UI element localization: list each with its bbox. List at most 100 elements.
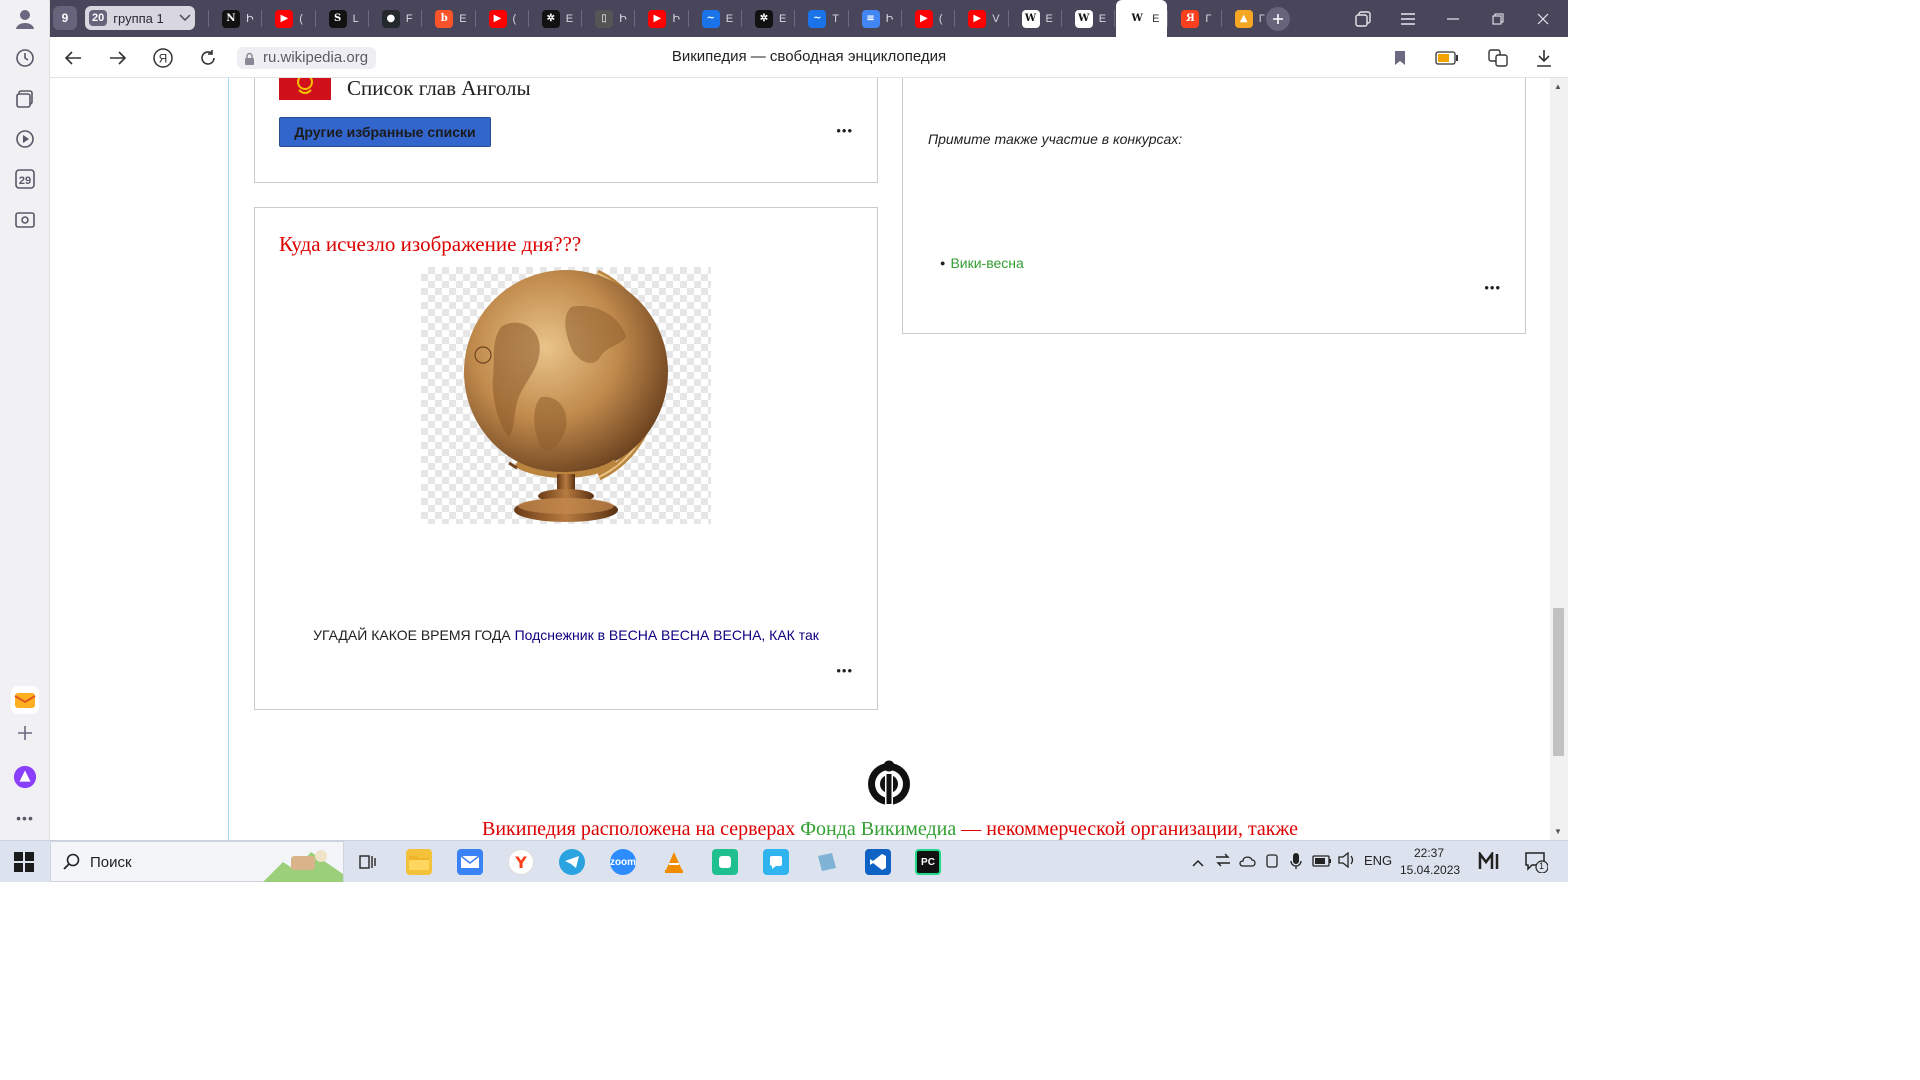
- download-icon[interactable]: [1531, 45, 1557, 71]
- tab-item[interactable]: ~ T: [796, 4, 847, 33]
- contest-link-wiki-spring[interactable]: Вики-весна: [950, 255, 1023, 271]
- windows-start-icon[interactable]: [14, 852, 34, 877]
- profile-icon[interactable]: [13, 7, 37, 31]
- caption-link-spring[interactable]: ВЕСНА ВЕСНА ВЕСНА, КАК так: [609, 627, 819, 643]
- wikimedia-logo[interactable]: [865, 758, 913, 806]
- task-view-icon[interactable]: [355, 849, 381, 875]
- history-icon[interactable]: [13, 46, 37, 70]
- close-icon[interactable]: [1521, 0, 1565, 37]
- scrollbar-thumb[interactable]: [1553, 608, 1564, 756]
- tab-item[interactable]: ▶(: [477, 4, 528, 33]
- mail-icon[interactable]: [457, 849, 483, 875]
- tab-item[interactable]: bE: [423, 4, 474, 33]
- language-indicator[interactable]: ENG: [1364, 853, 1392, 868]
- tab-item[interactable]: ▯ Ի: [583, 4, 634, 33]
- vlc-icon[interactable]: [661, 849, 687, 875]
- tab-title: F: [405, 12, 413, 25]
- notifications-icon[interactable]: 1: [1524, 851, 1549, 878]
- onedrive-icon[interactable]: [1239, 854, 1257, 872]
- battery-icon[interactable]: [1312, 854, 1332, 872]
- tab-item[interactable]: ● F: [370, 4, 421, 33]
- tab-count-badge[interactable]: 9: [53, 6, 77, 30]
- bookmark-icon[interactable]: [1387, 45, 1413, 71]
- tab-item[interactable]: WE: [1116, 0, 1168, 37]
- telegram-icon[interactable]: [559, 849, 585, 875]
- tab-item[interactable]: ▶ V: [956, 4, 1007, 33]
- scroll-down-icon[interactable]: ▼: [1554, 827, 1562, 836]
- media-icon[interactable]: [13, 127, 37, 151]
- yandex-icon: Я: [1181, 9, 1200, 28]
- youtube-icon: ▶: [488, 9, 507, 28]
- add-panel-icon[interactable]: [13, 721, 37, 745]
- zoom-icon[interactable]: zoom: [610, 849, 636, 875]
- svg-text:Я: Я: [159, 52, 168, 66]
- chevron-down-icon[interactable]: [174, 8, 196, 28]
- other-lists-button[interactable]: Другие избранные списки: [279, 117, 491, 147]
- wikipedia-icon: W: [1128, 9, 1147, 28]
- minimize-icon[interactable]: [1431, 0, 1475, 37]
- tab-item[interactable]: WE: [1010, 4, 1061, 33]
- more-options-button[interactable]: •••: [1484, 280, 1501, 295]
- forward-button[interactable]: [105, 45, 131, 71]
- messenger-app-icon[interactable]: [712, 849, 738, 875]
- address-bar[interactable]: ru.wikipedia.org: [237, 47, 377, 69]
- tab-item[interactable]: ≡ Ի: [850, 4, 901, 33]
- clock[interactable]: 22:37 15.04.2023: [1400, 845, 1460, 879]
- tab-title: E: [779, 12, 787, 25]
- device-icon[interactable]: [1265, 853, 1279, 874]
- restore-icon[interactable]: [1476, 0, 1520, 37]
- tab-item[interactable]: ✲ E: [530, 4, 581, 33]
- tab-item[interactable]: SL: [317, 4, 368, 33]
- reload-button[interactable]: [195, 45, 221, 71]
- caption-link-snowdrop[interactable]: Подснежник: [515, 627, 594, 643]
- yandex-browser-icon[interactable]: Y: [508, 849, 534, 875]
- footer-link-wikimedia[interactable]: Фонда Викимедиа: [800, 818, 956, 840]
- tab-item[interactable]: WE: [1063, 4, 1114, 33]
- tab-item[interactable]: ~ E: [690, 4, 741, 33]
- pycharm-icon[interactable]: PC: [915, 849, 941, 875]
- tab-item[interactable]: ▶(: [263, 4, 314, 33]
- battery-saver-icon[interactable]: [1432, 45, 1462, 71]
- tray-expand-icon[interactable]: [1192, 854, 1204, 872]
- chat-app-icon[interactable]: [763, 849, 789, 875]
- more-icon[interactable]: •••: [13, 806, 37, 830]
- menu-icon[interactable]: [1386, 0, 1430, 37]
- scroll-up-icon[interactable]: ▲: [1554, 82, 1562, 91]
- back-button[interactable]: [60, 45, 86, 71]
- sync-icon[interactable]: [1215, 853, 1231, 872]
- vscode-icon[interactable]: [865, 849, 891, 875]
- featured-list-link[interactable]: Список глав Анголы: [347, 78, 531, 101]
- volume-icon[interactable]: [1337, 851, 1357, 873]
- collections-icon[interactable]: [13, 87, 37, 111]
- taskbar-search[interactable]: Поиск: [50, 841, 344, 882]
- image-of-day-heading: Куда исчезло изображение дня???: [279, 232, 582, 256]
- browser-window: 29 ••• 9 20 группа 1 N Ի ▶(S L ● Fb E ▶(✲ E ▯ Ի ▶ Ի ~…: [0, 0, 1568, 882]
- yandex-home-button[interactable]: Я: [150, 45, 176, 71]
- tab-title: Ի: [246, 13, 254, 25]
- tab-item[interactable]: ▶(: [903, 4, 954, 33]
- calendar-icon[interactable]: 29: [13, 167, 37, 191]
- more-options-button[interactable]: •••: [836, 663, 853, 678]
- file-explorer-icon[interactable]: [406, 849, 432, 875]
- notes-app-icon[interactable]: [814, 849, 840, 875]
- tab-item[interactable]: ЯГ: [1169, 4, 1220, 33]
- new-tab-button[interactable]: [1266, 7, 1290, 31]
- youtube-icon: ▶: [275, 9, 294, 28]
- tab-title: Г: [1205, 12, 1212, 25]
- globe-image[interactable]: [421, 267, 711, 524]
- microphone-icon[interactable]: [1290, 852, 1302, 875]
- screenshot-icon[interactable]: [13, 208, 37, 232]
- tab-item[interactable]: ▶ Ի: [636, 4, 687, 33]
- meet-now-icon[interactable]: [1478, 850, 1502, 875]
- mail-app-icon[interactable]: [11, 686, 39, 714]
- slack-like-icon: S: [328, 9, 347, 28]
- translate-icon[interactable]: [1485, 45, 1511, 71]
- edge-icon: ~: [808, 9, 827, 28]
- alice-icon[interactable]: [13, 765, 37, 789]
- tab-separator: [1114, 10, 1116, 27]
- tab-item[interactable]: ✲ E: [743, 4, 794, 33]
- more-options-button[interactable]: •••: [836, 123, 853, 138]
- tab-item[interactable]: NԻ: [210, 4, 261, 33]
- contest-list-item: ● Вики-весна: [940, 255, 1024, 271]
- tabs-panel-icon[interactable]: [1341, 0, 1385, 37]
